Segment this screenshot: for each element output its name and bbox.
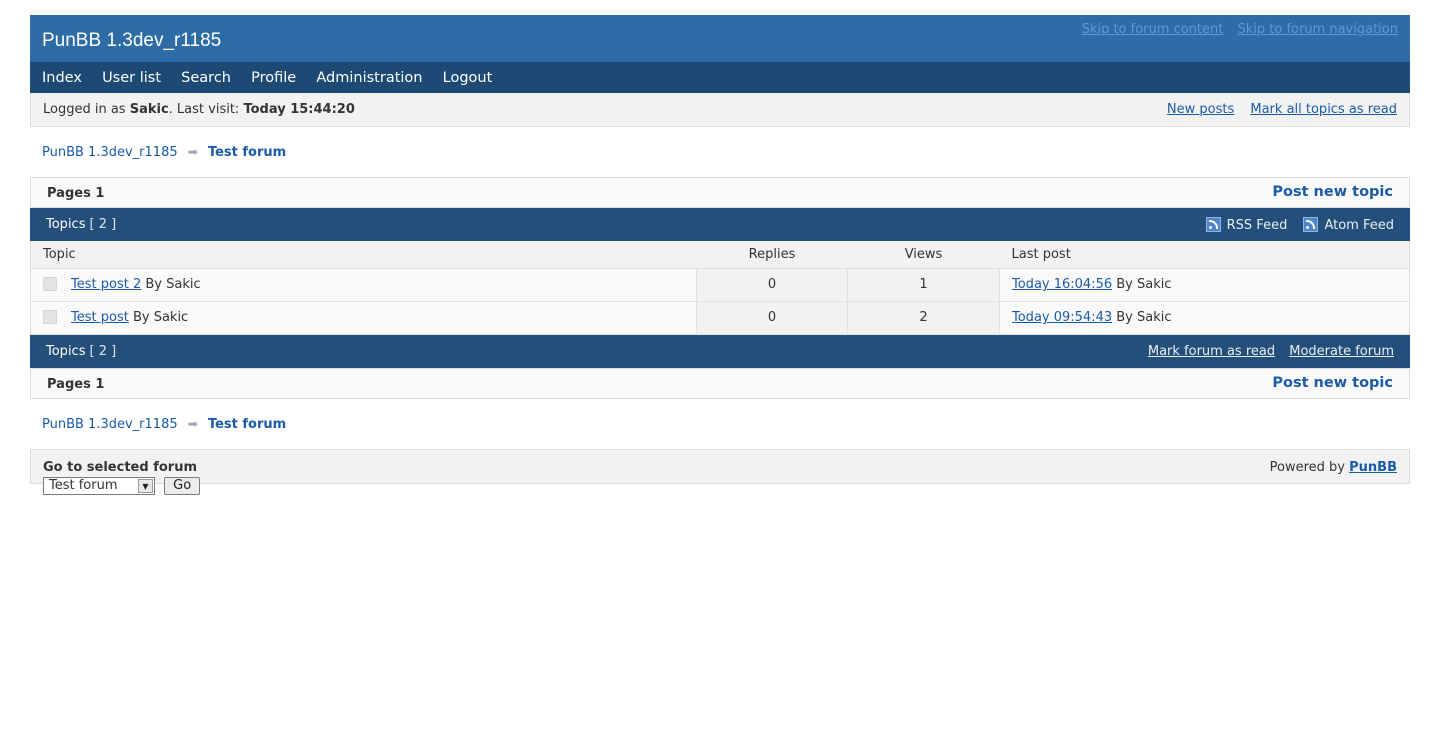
mark-forum-read-link[interactable]: Mark forum as read <box>1148 344 1275 359</box>
col-header-last-post: Last post <box>999 241 1410 269</box>
forum-action-links: Mark forum as read Moderate forum <box>1138 344 1394 359</box>
topic-author: By Sakic <box>145 277 201 292</box>
topics-header-bottom: Topics[ 2 ] Mark forum as read Moderate … <box>30 334 1410 368</box>
last-post-link[interactable]: Today 16:04:56 <box>1012 277 1112 292</box>
topics-count: [ 2 ] <box>89 217 117 232</box>
nav-item-logout[interactable]: Logout <box>443 63 493 93</box>
topics-table: Topic Replies Views Last post Test post … <box>30 241 1410 335</box>
last-post-author: By Sakic <box>1116 277 1172 292</box>
topic-link[interactable]: Test post <box>71 310 129 325</box>
col-header-views: Views <box>847 241 1000 269</box>
jump-controls: Test forum ▼ Go <box>43 476 201 495</box>
go-button[interactable]: Go <box>164 476 201 495</box>
table-row: Test post 2 By Sakic 0 1 Today 16:04:56 … <box>30 268 1410 302</box>
forum-jump-bar: Go to selected forum Powered by PunBB Te… <box>30 448 1410 495</box>
last-visit-prefix: . Last visit: <box>168 102 244 117</box>
rss-feed-label: RSS Feed <box>1226 218 1288 233</box>
topics-title: Topics <box>46 343 86 359</box>
atom-feed-link[interactable]: Atom Feed <box>1303 217 1394 233</box>
topics-header-top: Topics[ 2 ] RSS Feed Atom Feed <box>30 208 1410 241</box>
atom-icon <box>1303 217 1319 232</box>
username: Sakic <box>129 102 169 117</box>
nav-item-search[interactable]: Search <box>181 63 231 93</box>
skip-to-navigation-link[interactable]: Skip to forum navigation <box>1237 22 1398 37</box>
breadcrumb-root[interactable]: PunBB 1.3dev_r1185 <box>42 417 178 432</box>
breadcrumb-arrow-icon: ➡ <box>187 145 198 159</box>
views-cell: 2 <box>847 301 1000 335</box>
nav-item-index[interactable]: Index <box>42 63 82 93</box>
last-post-cell: Today 16:04:56 By Sakic <box>999 268 1410 302</box>
breadcrumb: PunBB 1.3dev_r1185 ➡ Test forum <box>30 127 1410 177</box>
powered-prefix: Powered by <box>1269 459 1350 475</box>
main-navigation: Index User list Search Profile Administr… <box>30 63 1410 93</box>
breadcrumb-current[interactable]: Test forum <box>208 145 286 160</box>
punbb-link[interactable]: PunBB <box>1349 460 1397 475</box>
chevron-down-icon[interactable]: ▼ <box>138 478 153 493</box>
pages-label: Pages 1 <box>47 186 105 201</box>
post-new-topic-button[interactable]: Post new topic <box>1272 375 1393 391</box>
topic-link[interactable]: Test post 2 <box>71 277 141 292</box>
views-cell: 1 <box>847 268 1000 302</box>
status-bar: Logged in as Sakic. Last visit: Today 15… <box>30 93 1410 127</box>
atom-feed-label: Atom Feed <box>1324 218 1394 233</box>
topics-label: Topics[ 2 ] <box>46 344 116 359</box>
feed-links: RSS Feed Atom Feed <box>1194 217 1394 233</box>
nav-item-user-list[interactable]: User list <box>102 63 161 93</box>
post-new-topic-button[interactable]: Post new topic <box>1272 184 1393 200</box>
jump-label: Go to selected forum <box>43 459 197 475</box>
nav-item-administration[interactable]: Administration <box>316 63 422 93</box>
last-post-link[interactable]: Today 09:54:43 <box>1012 310 1112 325</box>
col-header-topic: Topic <box>30 241 697 269</box>
topics-label: Topics[ 2 ] <box>46 217 116 232</box>
last-post-cell: Today 09:54:43 By Sakic <box>999 301 1410 335</box>
status-links: New posts Mark all topics as read <box>1155 102 1397 117</box>
topic-status-icon <box>43 310 57 324</box>
rss-feed-link[interactable]: RSS Feed <box>1205 217 1288 233</box>
page-bar-bottom: Pages 1 Post new topic <box>30 367 1410 399</box>
login-prefix: Logged in as <box>43 102 130 117</box>
topics-count: [ 2 ] <box>89 343 117 359</box>
replies-cell: 0 <box>696 301 848 335</box>
page-bar-top: Pages 1 Post new topic <box>30 177 1410 208</box>
topic-cell: Test post 2 By Sakic <box>30 268 697 302</box>
mark-all-read-link[interactable]: Mark all topics as read <box>1250 102 1397 117</box>
breadcrumb-root[interactable]: PunBB 1.3dev_r1185 <box>42 145 178 160</box>
pages-label: Pages 1 <box>47 376 105 392</box>
rss-icon <box>1205 217 1221 232</box>
breadcrumb-bottom: PunBB 1.3dev_r1185 ➡ Test forum <box>30 399 1410 449</box>
login-status: Logged in as Sakic. Last visit: Today 15… <box>43 102 355 117</box>
topic-author: By Sakic <box>132 310 189 325</box>
moderate-forum-link[interactable]: Moderate forum <box>1289 344 1394 359</box>
powered-by: Powered by PunBB <box>1270 460 1397 475</box>
table-header-row: Topic Replies Views Last post <box>30 241 1410 269</box>
board-title: PunBB 1.3dev_r1185 <box>42 30 222 51</box>
skip-to-content-link[interactable]: Skip to forum content <box>1082 22 1224 37</box>
breadcrumb-arrow-icon: ➡ <box>187 416 198 431</box>
breadcrumb-current[interactable]: Test forum <box>208 417 286 432</box>
forum-select[interactable]: Test forum ▼ <box>43 476 155 495</box>
table-row: Test post By Sakic 0 2 Today 09:54:43 By… <box>30 301 1410 335</box>
topic-cell: Test post By Sakic <box>30 301 697 335</box>
forum-select-value: Test forum <box>49 477 118 493</box>
last-visit-time: Today 15:44:20 <box>243 102 355 117</box>
nav-item-profile[interactable]: Profile <box>251 63 296 93</box>
topics-title: Topics <box>46 217 86 232</box>
skip-links: Skip to forum content Skip to forum navi… <box>1072 22 1398 37</box>
new-posts-link[interactable]: New posts <box>1167 102 1234 117</box>
page-wrapper: PunBB 1.3dev_r1185 Skip to forum content… <box>30 15 1410 495</box>
topic-status-icon <box>43 277 57 291</box>
last-post-author: By Sakic <box>1116 310 1172 325</box>
col-header-replies: Replies <box>696 241 848 269</box>
replies-cell: 0 <box>696 268 848 302</box>
board-header: PunBB 1.3dev_r1185 Skip to forum content… <box>30 15 1410 63</box>
